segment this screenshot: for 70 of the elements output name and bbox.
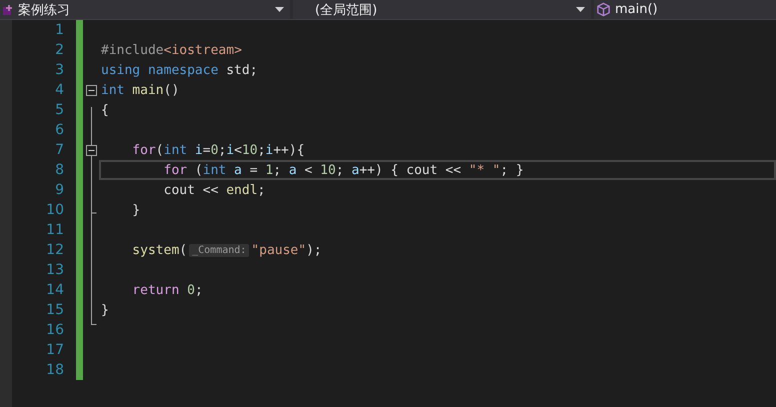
code-token: return xyxy=(131,282,180,298)
line-number: 8 xyxy=(54,162,65,178)
code-token: ; xyxy=(336,162,345,178)
code-token: ++){ xyxy=(273,142,305,158)
code-token: i xyxy=(265,142,274,158)
code-token: a xyxy=(351,162,360,178)
navigation-dropdown[interactable]: main() xyxy=(594,0,776,19)
code-token: ( xyxy=(194,162,203,178)
code-token: = xyxy=(202,142,211,158)
line-number: 18 xyxy=(45,362,65,378)
line-number: 12 xyxy=(45,242,65,258)
code-token: 10 xyxy=(320,162,336,178)
line-number: 6 xyxy=(54,122,65,138)
line-number: 4 xyxy=(54,82,65,98)
line-number: 11 xyxy=(45,222,65,238)
code-token: ( xyxy=(156,142,164,158)
line-number: 2 xyxy=(54,42,65,58)
code-token: for xyxy=(131,142,156,158)
line-number: 3 xyxy=(54,62,65,78)
code-token: () xyxy=(164,82,180,98)
line-number: 14 xyxy=(45,282,65,298)
code-token: ; xyxy=(258,182,266,198)
code-token: int xyxy=(164,142,188,158)
code-token: < xyxy=(304,162,314,178)
code-token: "pause" xyxy=(251,242,306,258)
code-token: ; xyxy=(273,162,282,178)
code-token: main xyxy=(131,82,164,98)
parameter-hint: _Command: xyxy=(189,244,250,256)
line-number: 17 xyxy=(45,342,65,358)
code-token: using namespace xyxy=(101,62,218,78)
code-token: for xyxy=(162,162,188,178)
line-number: 10 xyxy=(45,202,65,218)
line-number: 15 xyxy=(45,302,65,318)
code-token: ); xyxy=(306,242,322,258)
code-token: a xyxy=(288,162,297,178)
line-number: 13 xyxy=(45,262,65,278)
code-token: } xyxy=(131,202,140,218)
code-token: ( xyxy=(179,242,188,258)
line-number: 9 xyxy=(54,182,65,198)
navigation-dropdown[interactable]: (全局范围) xyxy=(293,0,591,19)
code-token: "* " xyxy=(468,162,500,178)
code-token: cout << xyxy=(162,182,220,198)
line-number: 7 xyxy=(54,142,65,158)
code-token: #include xyxy=(101,42,164,58)
line-number: 1 xyxy=(54,22,65,38)
code-token: } xyxy=(101,302,109,318)
navigation-dropdown[interactable]: 案例练习 xyxy=(0,0,290,19)
code-token: ; } xyxy=(500,162,524,178)
code-token: ; xyxy=(258,142,266,158)
code-token: < xyxy=(234,142,242,158)
code-token: i xyxy=(226,142,234,158)
code-token: ++) { cout << xyxy=(359,162,462,178)
code-token: 0 xyxy=(210,142,218,158)
code-token: system xyxy=(131,242,180,258)
code-token: ; xyxy=(194,282,203,298)
code-token: i xyxy=(194,142,203,158)
line-number: 16 xyxy=(45,322,65,338)
code-token: = xyxy=(248,162,259,178)
code-token: ; xyxy=(218,142,226,158)
code-token: int xyxy=(101,82,124,98)
code-token: std; xyxy=(225,62,258,78)
code-token: a xyxy=(233,162,242,178)
code-token: 0 xyxy=(186,282,195,298)
code-token: int xyxy=(202,162,226,178)
code-token: <iostream> xyxy=(164,42,242,58)
line-number: 5 xyxy=(54,102,65,118)
code-token: 10 xyxy=(242,142,258,158)
code-token: endl xyxy=(226,182,258,198)
code-token: 1 xyxy=(265,162,274,178)
code-token: { xyxy=(101,102,109,118)
